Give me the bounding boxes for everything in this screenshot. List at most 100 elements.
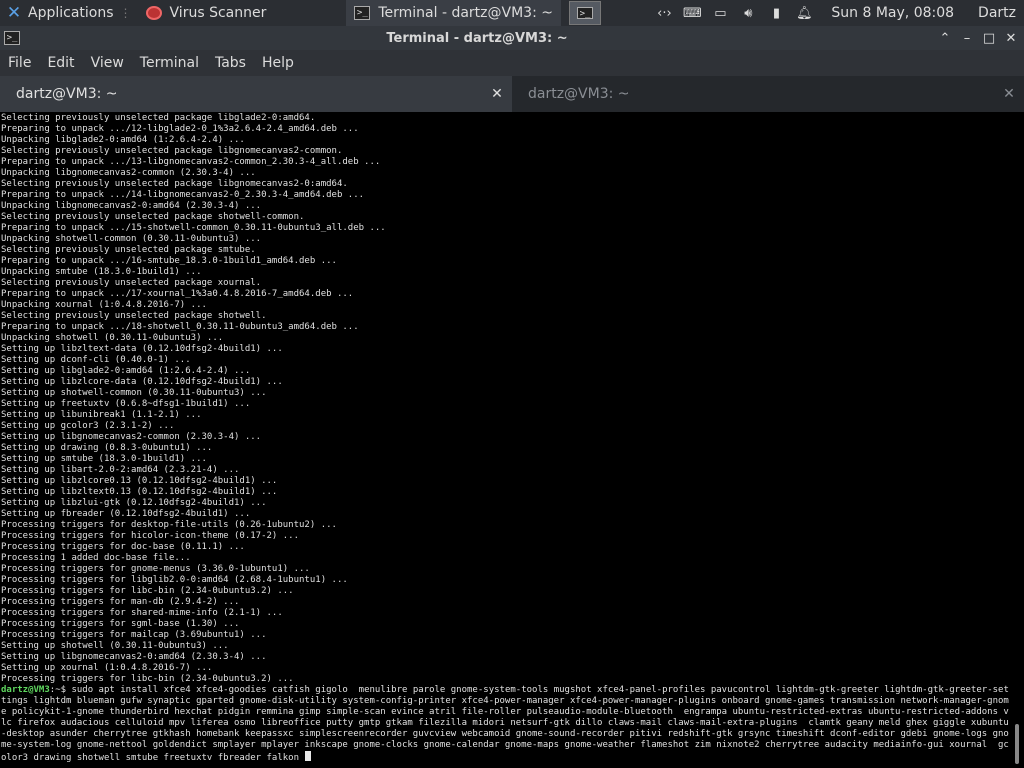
terminal-line: Setting up libglade2-0:amd64 (1:2.6.4-2.… [1, 366, 251, 376]
terminal-scrollbar[interactable] [1010, 112, 1024, 768]
terminal-output[interactable]: Selecting previously unselected package … [0, 112, 1010, 768]
user-menu[interactable]: Dartz [978, 5, 1016, 21]
terminal-line: Setting up fbreader (0.12.10dfsg2-4build… [1, 509, 251, 519]
tab-close-icon[interactable]: ✕ [482, 86, 512, 102]
terminal-line: Processing triggers for gnome-menus (3.3… [1, 564, 310, 574]
window-titlebar[interactable]: >_ Terminal - dartz@VM3: ~ ⌃ – □ ✕ [0, 26, 1024, 50]
terminal-line: Setting up smtube (18.3.0-1build1) ... [1, 454, 207, 464]
terminal-line: Processing triggers for doc-base (0.11.1… [1, 542, 245, 552]
terminal-line: Processing triggers for libc-bin (2.34-0… [1, 586, 294, 596]
tab-label: dartz@VM3: ~ [16, 86, 118, 102]
terminal-line: Selecting previously unselected package … [1, 245, 256, 255]
volume-icon[interactable]: 🔊︎ [739, 5, 757, 21]
taskbar-item-terminal[interactable]: >_ Terminal - dartz@VM3: ~ [346, 0, 561, 26]
terminal-line: Setting up dconf-cli (0.40.0-1) ... [1, 355, 191, 365]
text-cursor [305, 751, 312, 761]
terminal-line: Preparing to unpack .../16-smtube_18.3.0… [1, 256, 337, 266]
terminal-line: Processing triggers for sgml-base (1.30)… [1, 619, 240, 629]
terminal-line: Unpacking shotwell (0.30.11-0ubuntu3) ..… [1, 333, 224, 343]
virus-scanner-icon [145, 6, 162, 20]
terminal-line: Unpacking libgnomecanvas2-0:amd64 (2.30.… [1, 201, 262, 211]
display-icon[interactable]: ▭ [711, 5, 729, 21]
terminal-line: Preparing to unpack .../13-libgnomecanva… [1, 157, 381, 167]
tab-2[interactable]: dartz@VM3: ~ ✕ [512, 76, 1024, 112]
panel-separator-icon: ⋮ [119, 6, 132, 20]
terminal-line: Selecting previously unselected package … [1, 311, 267, 321]
menu-file[interactable]: File [0, 55, 39, 71]
taskbar-item-virus-scanner[interactable]: Virus Scanner [138, 0, 275, 26]
notifications-bell-icon[interactable]: 🔔︎ [795, 5, 813, 21]
terminal-line: Preparing to unpack .../15-shotwell-comm… [1, 223, 386, 233]
terminal-line: Setting up libzlcore-data (0.12.10dfsg2-… [1, 377, 283, 387]
window-minimize-icon[interactable]: – [956, 31, 978, 46]
terminal-icon[interactable]: >_ [4, 31, 20, 45]
terminal-line: Selecting previously unselected package … [1, 212, 305, 222]
top-panel: ✕ Applications ⋮ Virus Scanner >_ Termin… [0, 0, 1024, 26]
terminal-icon: >_ [354, 6, 371, 20]
terminal-line: Processing triggers for desktop-file-uti… [1, 520, 337, 530]
terminal-line: Selecting previously unselected package … [1, 113, 316, 123]
battery-icon[interactable]: ▮ [767, 5, 785, 21]
terminal-line: Processing triggers for mailcap (3.69ubu… [1, 630, 267, 640]
terminal-line: Processing triggers for man-db (2.9.4-2)… [1, 597, 240, 607]
xfce-logo-icon: ✕ [6, 3, 22, 23]
terminal-line: Selecting previously unselected package … [1, 146, 343, 156]
tab-close-icon[interactable]: ✕ [994, 86, 1024, 102]
taskbar-label: Virus Scanner [169, 5, 267, 21]
terminal-line: Setting up shotwell (0.30.11-0ubuntu3) .… [1, 641, 229, 651]
terminal-line: Unpacking xournal (1:0.4.8.2016-7) ... [1, 300, 207, 310]
terminal-line: Processing triggers for libc-bin (2.34-0… [1, 674, 294, 684]
terminal-line: Setting up libzlui-gtk (0.12.10dfsg2-4bu… [1, 498, 267, 508]
menu-view[interactable]: View [83, 55, 132, 71]
terminal-line: Preparing to unpack .../12-libglade2-0_1… [1, 124, 359, 134]
applications-label: Applications [28, 5, 114, 21]
terminal-line: Unpacking shotwell-common (0.30.11-0ubun… [1, 234, 262, 244]
taskbar-label: Terminal - dartz@VM3: ~ [378, 5, 553, 21]
applications-menu-button[interactable]: ✕ Applications [0, 0, 114, 26]
terminal-launcher-button[interactable]: >_ [568, 1, 601, 25]
terminal-line: Unpacking libgnomecanvas2-common (2.30.3… [1, 168, 256, 178]
terminal-line: Setting up xournal (1:0.4.8.2016-7) ... [1, 663, 213, 673]
terminal-line: Setting up drawing (0.8.3-0ubuntu1) ... [1, 443, 213, 453]
system-tray: ‹·› ⌨ ▭ 🔊︎ ▮ 🔔︎ Sun 8 May, 08:08 Dartz [655, 5, 1024, 21]
terminal-line: Preparing to unpack .../17-xournal_1%3a0… [1, 289, 354, 299]
command-line[interactable]: dartz@VM3:~$ sudo apt install xfce4 xfce… [1, 685, 1010, 764]
terminal-line: Setting up freetuxtv (0.6.8~dfsg1-1build… [1, 399, 251, 409]
terminal-line: Processing triggers for libglib2.0-0:amd… [1, 575, 348, 585]
terminal-line: Unpacking smtube (18.3.0-1build1) ... [1, 267, 202, 277]
terminal-line: Selecting previously unselected package … [1, 179, 348, 189]
terminal-line: Setting up libzltext0.13 (0.12.10dfsg2-4… [1, 487, 278, 497]
menu-tabs[interactable]: Tabs [207, 55, 254, 71]
prompt-user-host: dartz@VM3 [1, 685, 50, 695]
terminal-line: Unpacking libglade2-0:amd64 (1:2.6.4-2.4… [1, 135, 245, 145]
window-maximize-icon[interactable]: □ [978, 31, 1000, 46]
terminal-line: Processing triggers for hicolor-icon-the… [1, 531, 300, 541]
menu-edit[interactable]: Edit [39, 55, 82, 71]
clock[interactable]: Sun 8 May, 08:08 [831, 5, 954, 21]
terminal-line: Setting up libzltext-data (0.12.10dfsg2-… [1, 344, 283, 354]
menu-terminal[interactable]: Terminal [132, 55, 207, 71]
terminal-line: Setting up libzlcore0.13 (0.12.10dfsg2-4… [1, 476, 278, 486]
terminal-line: Setting up libgnomecanvas2-0:amd64 (2.30… [1, 652, 267, 662]
terminal-icon: >_ [576, 7, 593, 19]
menu-help[interactable]: Help [254, 55, 302, 71]
terminal-line: Setting up gcolor3 (2.3.1-2) ... [1, 421, 175, 431]
terminal-line: Setting up shotwell-common (0.30.11-0ubu… [1, 388, 267, 398]
terminal-line: Setting up libgnomecanvas2-common (2.30.… [1, 432, 262, 442]
tab-bar: dartz@VM3: ~ ✕ dartz@VM3: ~ ✕ [0, 76, 1024, 112]
keyboard-icon[interactable]: ⌨ [683, 5, 702, 21]
network-arrows-icon[interactable]: ‹·› [655, 5, 673, 21]
window-collapse-icon[interactable]: ⌃ [934, 31, 956, 46]
menu-bar: File Edit View Terminal Tabs Help [0, 50, 1024, 76]
terminal-line: Preparing to unpack .../14-libgnomecanva… [1, 190, 365, 200]
tab-1[interactable]: dartz@VM3: ~ ✕ [0, 76, 512, 112]
command-text: sudo apt install xfce4 xfce4-goodies cat… [1, 685, 1009, 763]
scrollbar-thumb[interactable] [1015, 724, 1019, 764]
terminal-line: Setting up libunibreak1 (1.1-2.1) ... [1, 410, 202, 420]
terminal-line: Preparing to unpack .../18-shotwell_0.30… [1, 322, 359, 332]
prompt-suffix: :~$ [49, 685, 72, 695]
window-title: Terminal - dartz@VM3: ~ [386, 30, 568, 46]
window-close-icon[interactable]: ✕ [1000, 31, 1022, 46]
tab-label: dartz@VM3: ~ [528, 86, 630, 102]
terminal-line: Processing 1 added doc-base file... [1, 553, 191, 563]
